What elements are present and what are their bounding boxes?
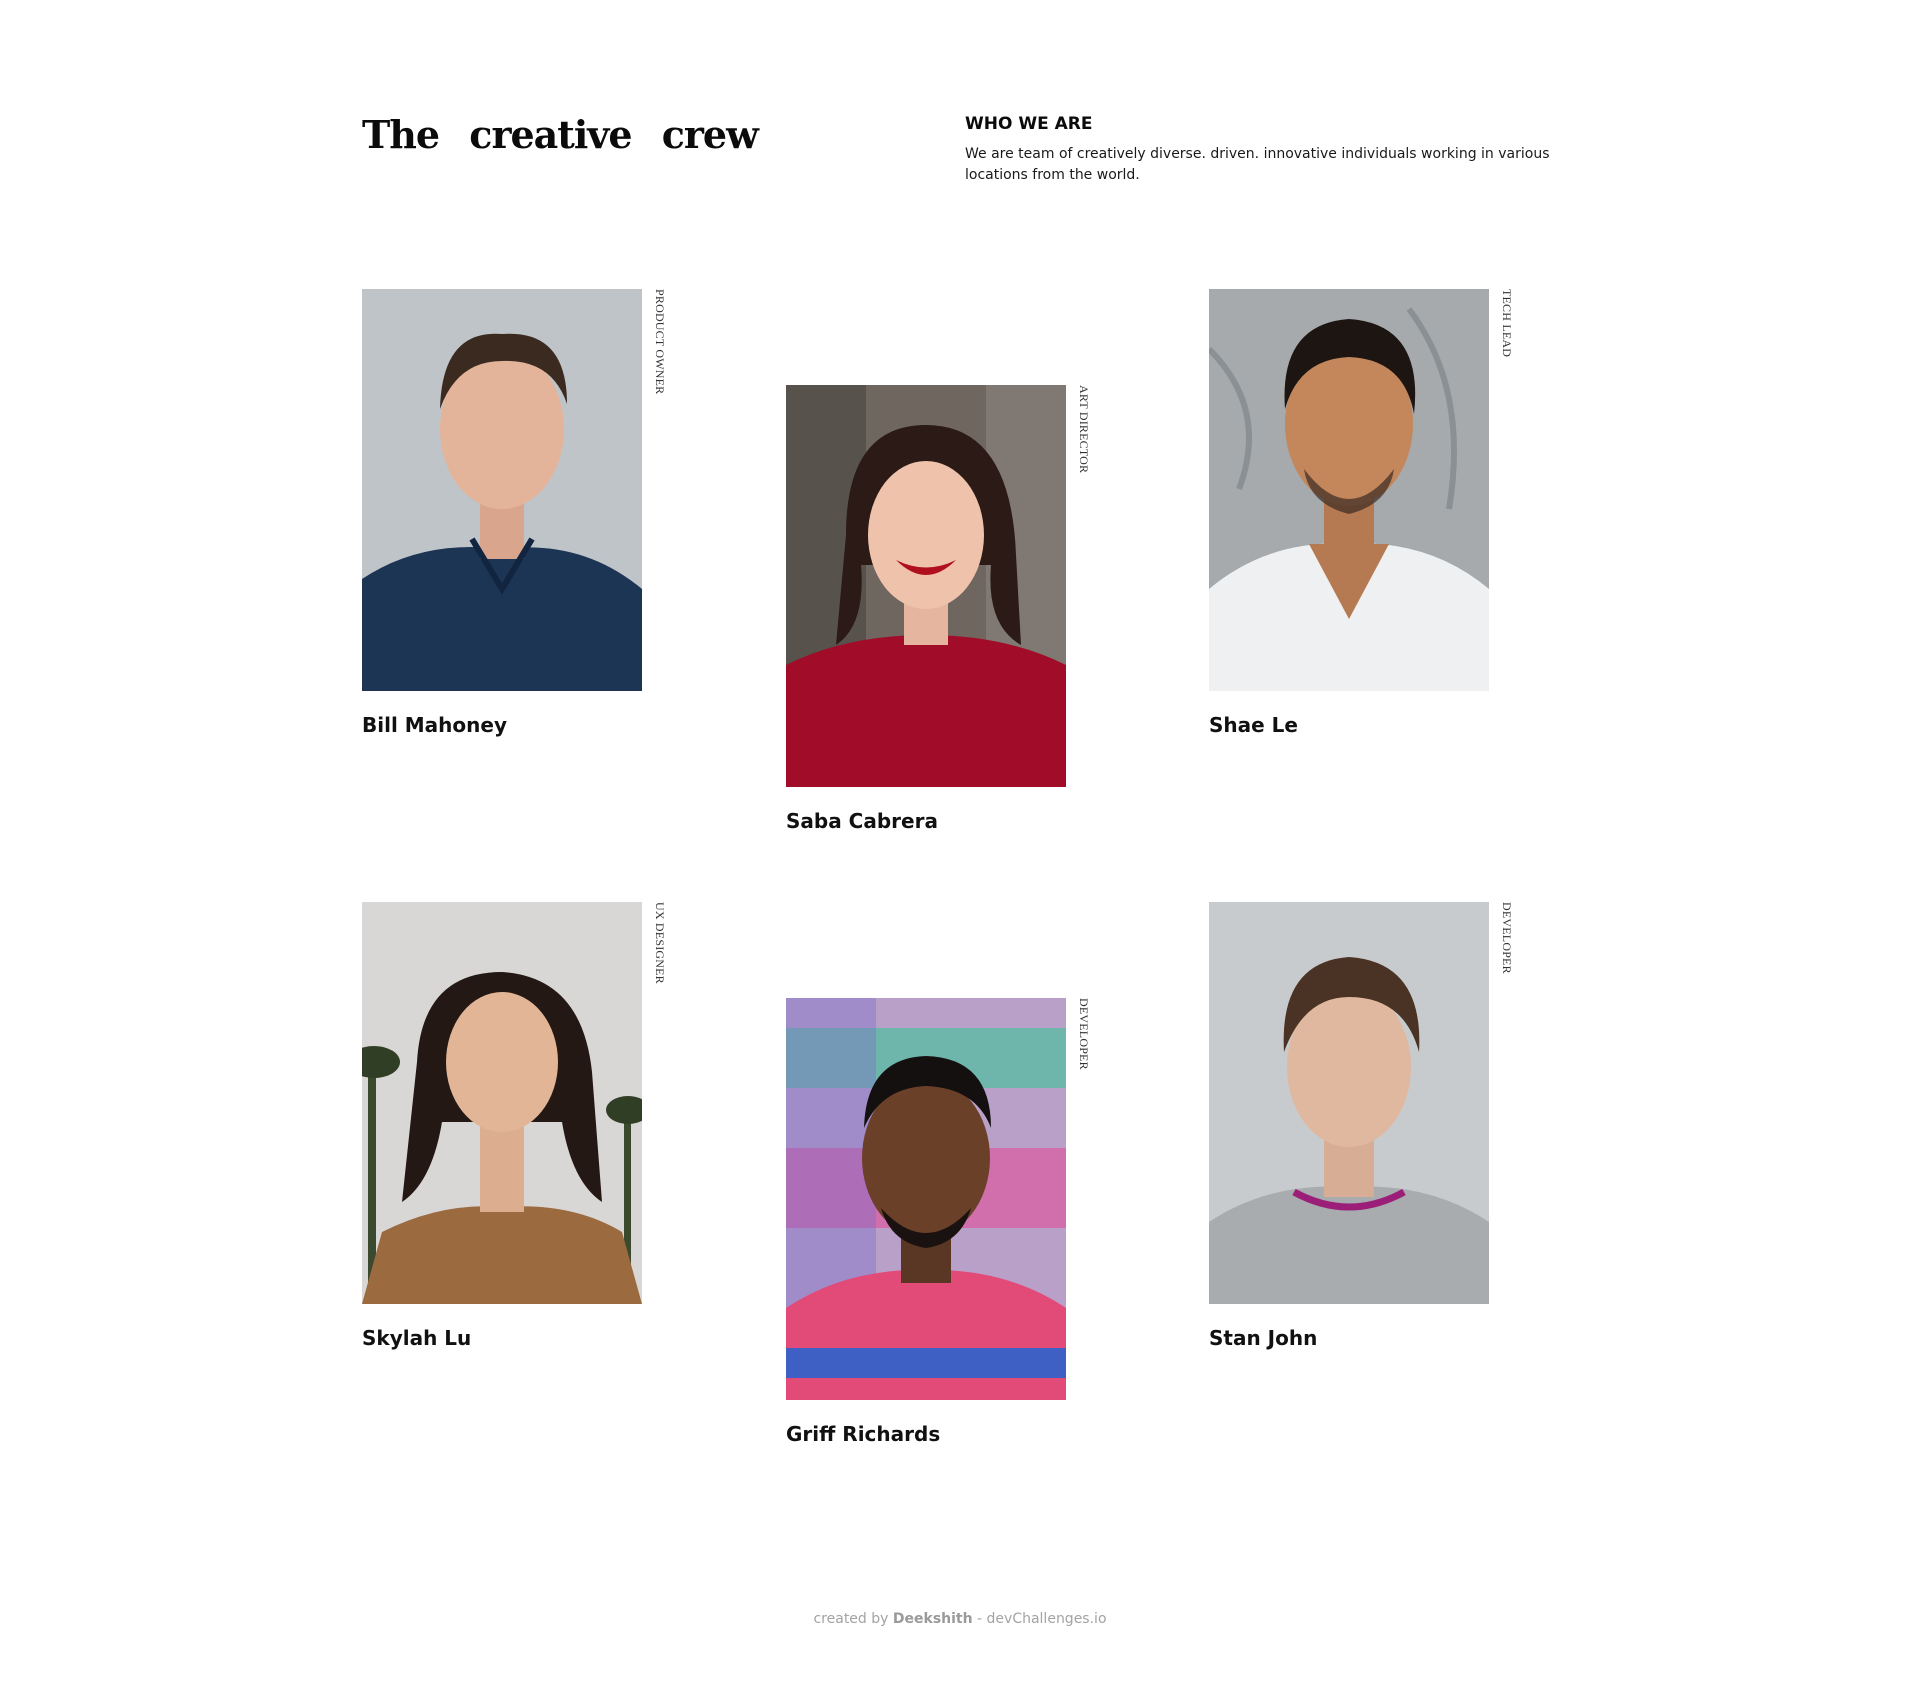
team-member-card: DEVELOPER Griff Richards: [786, 998, 1106, 1446]
member-name: Shae Le: [1209, 713, 1298, 737]
member-photo: [362, 289, 642, 691]
member-name: Griff Richards: [786, 1422, 941, 1446]
member-photo: [786, 998, 1066, 1400]
page-title: The creative crew: [362, 112, 759, 157]
member-name: Saba Cabrera: [786, 809, 938, 833]
footer-suffix: - devChallenges.io: [977, 1611, 1107, 1627]
member-role: DEVELOPER: [1500, 902, 1514, 974]
member-name: Bill Mahoney: [362, 713, 507, 737]
member-photo: [786, 385, 1066, 787]
intro-section: WHO WE ARE We are team of creatively div…: [965, 114, 1565, 186]
member-name: Stan John: [1209, 1326, 1318, 1350]
member-photo: [1209, 289, 1489, 691]
section-description: We are team of creatively diverse. drive…: [965, 146, 1550, 183]
section-heading: WHO WE ARE: [965, 114, 1093, 134]
member-photo: [362, 902, 642, 1304]
member-role: TECH LEAD: [1500, 289, 1514, 358]
footer-author-link[interactable]: Deekshith: [893, 1611, 973, 1627]
footer-credit: created by Deekshith - devChallenges.io: [0, 1611, 1920, 1627]
member-role: PRODUCT OWNER: [653, 289, 667, 395]
member-photo: [1209, 902, 1489, 1304]
footer-prefix: created by: [813, 1611, 889, 1627]
team-member-card: TECH LEAD Shae Le: [1209, 289, 1529, 737]
member-role: UX DESIGNER: [653, 902, 667, 984]
team-member-card: PRODUCT OWNER Bill Mahoney: [362, 289, 682, 737]
team-member-card: ART DIRECTOR Saba Cabrera: [786, 385, 1106, 833]
team-member-card: DEVELOPER Stan John: [1209, 902, 1529, 1350]
member-role: ART DIRECTOR: [1077, 385, 1091, 474]
member-name: Skylah Lu: [362, 1326, 472, 1350]
team-member-card: UX DESIGNER Skylah Lu: [362, 902, 682, 1350]
member-role: DEVELOPER: [1077, 998, 1091, 1070]
